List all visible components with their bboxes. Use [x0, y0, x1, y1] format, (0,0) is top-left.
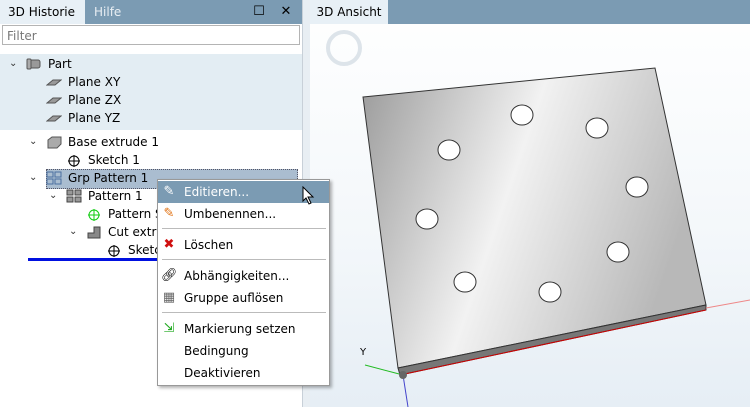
- link-icon: 🔗︎: [161, 268, 178, 283]
- hole: [625, 176, 649, 198]
- marker-icon: ⇲: [163, 321, 175, 336]
- y-axis-label: Y: [359, 347, 367, 358]
- hole: [538, 281, 562, 303]
- chevron-down-icon[interactable]: ⌄: [29, 172, 37, 183]
- maximize-icon[interactable]: ☐: [250, 3, 268, 21]
- z-axis-line: [402, 374, 409, 407]
- chevron-down-icon[interactable]: ⌄: [49, 190, 57, 201]
- menu-label: Markierung setzen: [184, 322, 296, 336]
- model-canvas: Y: [326, 30, 750, 407]
- menu-item-deaktivieren[interactable]: Deaktivieren: [158, 362, 329, 384]
- tree-label: Sketc: [128, 243, 161, 257]
- hole: [415, 208, 439, 230]
- chevron-down-icon[interactable]: ⌄: [69, 226, 77, 237]
- context-menu: ✎ Editieren... ✎ Umbenennen... ✖ Löschen 🔗︎…: [157, 179, 330, 386]
- menu-label: Abhängigkeiten...: [184, 269, 290, 283]
- x-axis-extension: [705, 299, 750, 309]
- pattern-icon: [66, 189, 82, 203]
- plane-icon: [46, 79, 62, 86]
- filter-input[interactable]: Filter: [2, 25, 300, 45]
- menu-separator: [162, 259, 326, 260]
- menu-item-bedingung[interactable]: Bedingung: [158, 340, 329, 362]
- tree-label: Plane YZ: [68, 111, 121, 125]
- tab-3d-historie[interactable]: 3D Historie: [0, 0, 85, 24]
- pattern-sketch-icon: [88, 209, 100, 221]
- ungroup-icon: ▦: [162, 290, 176, 305]
- hole: [585, 117, 609, 139]
- menu-label: Löschen: [184, 238, 234, 252]
- navigation-cube-icon[interactable]: [326, 30, 362, 66]
- menu-separator: [162, 312, 326, 313]
- sketch-icon: [108, 245, 120, 257]
- hole: [510, 104, 534, 126]
- cut-extrude-icon: [87, 226, 101, 239]
- delete-icon: ✖: [163, 237, 175, 252]
- group-pattern-icon: [46, 171, 62, 185]
- menu-label: Bedingung: [184, 344, 249, 358]
- menu-label: Editieren...: [184, 185, 250, 199]
- y-axis-line: [364, 364, 404, 376]
- hole: [437, 139, 461, 161]
- menu-label: Deaktivieren: [184, 366, 261, 380]
- plane-icon: [46, 115, 62, 122]
- tab-hilfe[interactable]: Hilfe: [86, 0, 129, 24]
- tree-label: Part: [48, 57, 72, 71]
- menu-label: Gruppe auflösen: [184, 291, 284, 305]
- tree-label: Sketch 1: [88, 153, 140, 167]
- plate-top: [362, 67, 707, 369]
- menu-item-markierung-setzen[interactable]: ⇲ Markierung setzen: [158, 318, 329, 340]
- pencil-icon: ✎: [163, 184, 175, 199]
- sketch-icon: [68, 155, 80, 167]
- rename-icon: ✎: [163, 206, 175, 221]
- menu-item-abhaengigkeiten[interactable]: 🔗︎ Abhängigkeiten...: [158, 265, 329, 287]
- menu-item-umbenennen[interactable]: ✎ Umbenennen...: [158, 203, 329, 225]
- tree-label: Cut extru: [108, 225, 165, 239]
- chevron-down-icon[interactable]: ⌄: [29, 136, 37, 147]
- tree-label: Grp Pattern 1: [68, 171, 149, 185]
- close-icon[interactable]: ✕: [277, 3, 295, 21]
- extrude-icon: [47, 136, 62, 149]
- rollback-marker[interactable]: [28, 258, 163, 261]
- menu-item-gruppe-aufloesen[interactable]: ▦ Gruppe auflösen: [158, 287, 329, 309]
- plane-icon: [46, 97, 62, 104]
- part-icon: [26, 58, 41, 70]
- menu-item-loeschen[interactable]: ✖ Löschen: [158, 234, 329, 256]
- tree-label: Plane XY: [68, 75, 121, 89]
- menu-separator: [162, 228, 326, 229]
- hole: [606, 241, 630, 263]
- tree-label: Plane ZX: [68, 93, 122, 107]
- tree-label: Pattern S: [108, 207, 163, 221]
- hole: [453, 271, 477, 293]
- 3d-view[interactable]: 3D Ansicht Y: [310, 0, 750, 407]
- tree-label: Pattern 1: [88, 189, 143, 203]
- menu-label: Umbenennen...: [184, 207, 277, 221]
- tree-label: Base extrude 1: [68, 135, 160, 149]
- chevron-down-icon[interactable]: ⌄: [9, 58, 17, 69]
- mouse-cursor-icon: [302, 186, 315, 205]
- panel-tabbar: 3D Historie Hilfe ☐ ✕: [0, 0, 302, 24]
- origin-icon: [399, 371, 407, 379]
